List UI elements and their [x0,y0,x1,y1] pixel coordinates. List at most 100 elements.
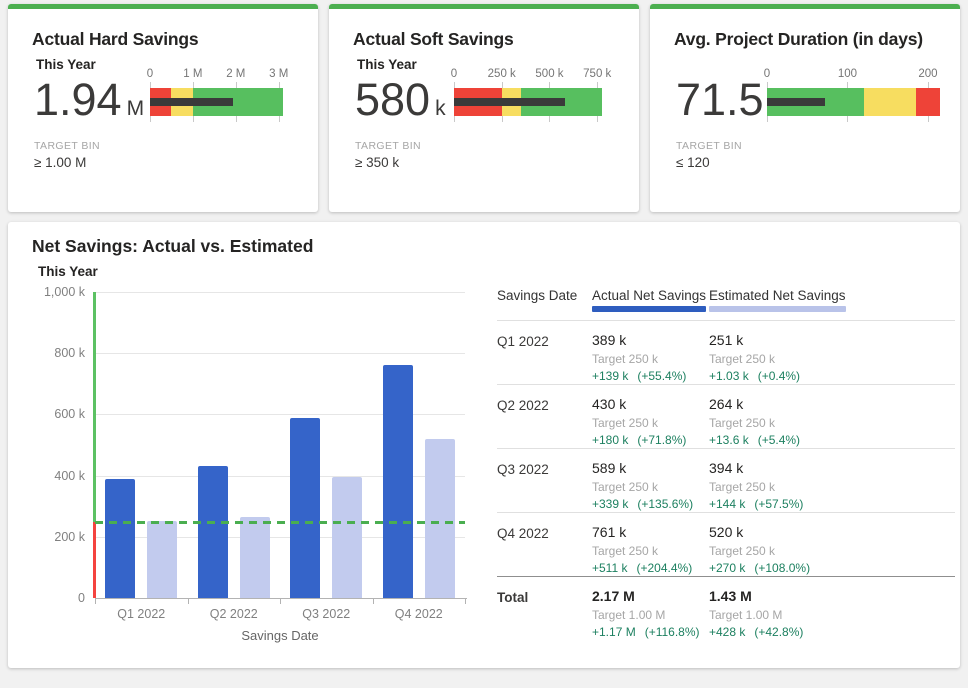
bar-estimated-net-savings-q2-2022[interactable] [240,517,270,598]
actual-delta: +180 k(+71.8%) [592,433,709,447]
x-axis-line [95,598,467,599]
actual-cell: 430 k Target 250 k +180 k(+71.8%) [592,385,709,448]
kpi-card-actual-hard-savings[interactable]: Actual Hard Savings This Year 1.94M 01 M… [8,4,318,212]
estimated-delta: +1.03 k (+0.4%) [709,369,955,383]
bar-actual-net-savings-q1-2022[interactable] [105,479,135,598]
y-gridline [95,292,465,293]
bar-estimated-net-savings-q3-2022[interactable] [332,477,362,598]
actual-target: Target 250 k [592,352,709,366]
chart-title: Net Savings: Actual vs. Estimated [32,236,313,257]
estimated-cell: 251 kTarget 250 k+1.03 k(+0.4%) [709,321,955,384]
delta-percent: (+0.4%) [758,369,800,383]
target-bin-label: TARGET BIN [676,140,742,152]
card-accent-bar [329,4,639,9]
bar-estimated-net-savings-q4-2022[interactable] [425,439,455,598]
delta-value: +428 k [709,625,745,639]
delta-percent: (+5.4%) [758,433,800,447]
kpi-value: 71.5 [676,74,769,126]
bullet-chart: 0250 k500 k750 k [454,70,602,128]
net-savings-table: Savings DateActual Net SavingsEstimated … [497,288,955,641]
kpi-value-number: 71.5 [676,74,764,125]
kpi-subtitle: This Year [357,57,417,72]
bullet-axis-tick-label: 250 k [488,68,516,80]
bullet-axis-tick-label: 0 [451,68,457,80]
target-bin-label: TARGET BIN [34,140,100,152]
delta-percent: (+116.8%) [645,625,700,639]
kpi-value: 1.94M [34,74,144,126]
bullet-measure-bar [150,98,233,106]
y-axis-label: 800 k [23,346,85,360]
kpi-title: Actual Hard Savings [32,29,198,50]
bullet-measure-bar [767,98,825,106]
delta-value: +270 k [709,561,745,575]
kpi-subtitle: This Year [36,57,96,72]
bullet-axis-tick-label: 750 k [583,68,611,80]
x-axis-category-label: Q3 2022 [302,607,350,621]
actual-target: Target 250 k [592,416,709,430]
bullet-band [767,88,940,116]
column-header-actual-net-savings: Actual Net Savings [592,288,709,320]
actual-delta: +139 k(+55.4%) [592,369,709,383]
estimated-target: Target 250 k [709,480,955,494]
column-header-wrap: Actual Net Savings [592,288,706,312]
column-header-estimated-net-savings: Estimated Net Savings [709,288,955,320]
dashboard: { "chart_data": [ { "type": "bullet", "t… [0,0,968,688]
estimated-delta: +144 k(+57.5%) [709,497,955,511]
delta-percent: (+204.4%) [636,561,692,575]
y-axis-label: 1,000 k [23,285,85,299]
x-axis-category-label: Q1 2022 [117,607,165,621]
estimated-value: 394 k [709,460,955,476]
column-header-label: Actual Net Savings [592,288,706,303]
x-axis-title: Savings Date [95,628,465,643]
table-row-q4-2022[interactable]: Q4 2022761 kTarget 250 k+511 k(+204.4%)5… [497,513,955,577]
chart-subtitle: This Year [38,264,98,279]
delta-value: +1.03 k [709,369,749,383]
actual-target: Target 1.00 M [592,608,709,622]
estimated-target: Target 250 k [709,544,955,558]
kpi-title: Avg. Project Duration (in days) [674,29,923,50]
table-row-q2-2022[interactable]: Q2 2022430 kTarget 250 k+180 k(+71.8%)26… [497,385,955,449]
y-gridline [95,353,465,354]
bar-actual-net-savings-q2-2022[interactable] [198,466,228,598]
estimated-cell: 264 kTarget 250 k+13.6 k(+5.4%) [709,385,955,448]
net-savings-card[interactable]: Net Savings: Actual vs. Estimated This Y… [8,222,960,668]
bullet-axis-tick-label: 0 [764,68,770,80]
card-accent-bar [8,4,318,9]
bullet-axis-tick-label: 200 [918,68,937,80]
kpi-row: Actual Hard Savings This Year 1.94M 01 M… [8,4,960,212]
delta-percent: (+71.8%) [637,433,686,447]
estimated-delta: +13.6 k(+5.4%) [709,433,955,447]
actual-cell: 389 kTarget 250 k+139 k(+55.4%) [592,321,709,384]
bar-estimated-net-savings-q1-2022[interactable] [147,521,177,598]
table-row-total[interactable]: Total2.17 M Target 1.00 M +1.17 M(+116.8%)… [497,577,955,641]
kpi-value-unit: k [435,97,446,120]
bar-actual-net-savings-q3-2022[interactable] [290,418,320,598]
kpi-value-unit: M [127,97,145,120]
estimated-target: Target 250 k [709,416,955,430]
table-row-q1-2022[interactable]: Q1 2022389 kTarget 250 k+139 k(+55.4%)25… [497,321,955,385]
column-header-underline [592,306,706,312]
estimated-cell: 394 k Target 250 k +144 k(+57.5%) [709,449,955,512]
kpi-card-avg-project-duration[interactable]: Avg. Project Duration (in days) 71.5 010… [650,4,960,212]
table-row-q3-2022[interactable]: Q3 2022589 kTarget 250 k+339 k(+135.6%)3… [497,449,955,513]
x-axis-category-label: Q2 2022 [210,607,258,621]
actual-delta: +1.17 M(+116.8%) [592,625,709,639]
actual-value: 430 k [592,396,709,412]
y-axis-line-below-target [93,522,96,599]
actual-cell: 589 kTarget 250 k+339 k(+135.6%) [592,449,709,512]
delta-value: +339 k [592,497,628,511]
estimated-delta: +428 k(+42.8%) [709,625,955,639]
delta-percent: (+57.5%) [754,497,803,511]
estimated-cell: 1.43 MTarget 1.00 M+428 k(+42.8%) [709,577,955,641]
savings-date-cell: Total [497,577,592,641]
kpi-card-actual-soft-savings[interactable]: Actual Soft Savings This Year 580k 0250 … [329,4,639,212]
actual-cell: 2.17 M Target 1.00 M +1.17 M(+116.8%) [592,577,709,641]
delta-percent: (+55.4%) [637,369,686,383]
delta-percent: (+108.0%) [754,561,810,575]
y-axis-label: 200 k [23,530,85,544]
actual-target: Target 250 k [592,544,709,558]
bullet-band [150,88,283,116]
delta-percent: (+135.6%) [637,497,693,511]
bar-actual-net-savings-q4-2022[interactable] [383,365,413,598]
actual-value: 2.17 M [592,588,709,604]
